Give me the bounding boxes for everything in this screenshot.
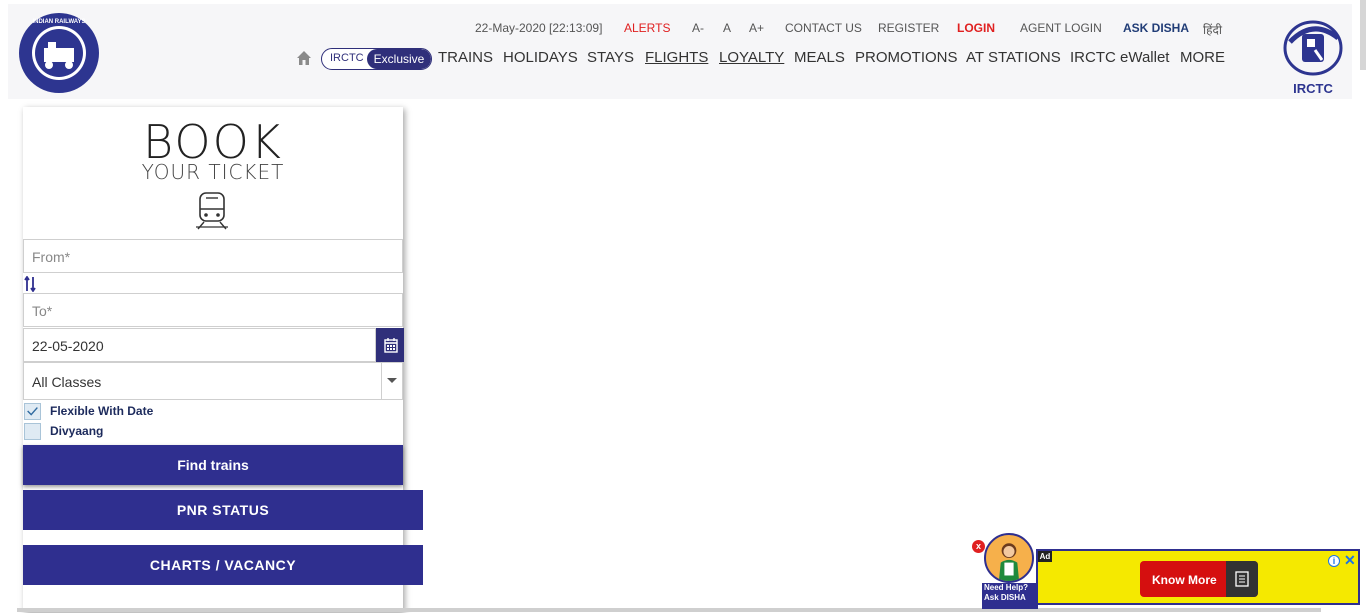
header: INDIAN RAILWAYS 22-May-2020 [22:13:09] A… bbox=[8, 4, 1352, 99]
horizontal-scrollbar[interactable] bbox=[17, 608, 1321, 612]
alerts-link[interactable]: ALERTS bbox=[624, 21, 670, 35]
ad-banner[interactable]: Ad Know More i ✕ bbox=[1036, 549, 1360, 605]
top-links: 22-May-2020 [22:13:09] ALERTS A- A A+ CO… bbox=[8, 21, 1352, 37]
nav-stays[interactable]: STAYS bbox=[587, 49, 634, 66]
checkmark-icon bbox=[27, 407, 38, 416]
nav-meals[interactable]: MEALS bbox=[794, 49, 845, 66]
font-decrease-button[interactable]: A- bbox=[692, 21, 704, 35]
font-increase-button[interactable]: A+ bbox=[749, 21, 764, 35]
ad-tag: Ad bbox=[1038, 551, 1052, 562]
nav-promotions[interactable]: PROMOTIONS bbox=[855, 49, 958, 66]
nav-trains[interactable]: TRAINS bbox=[438, 49, 493, 66]
ad-info-icon[interactable]: i bbox=[1328, 555, 1340, 567]
irctc-exclusive-pill[interactable]: IRCTC Exclusive bbox=[321, 48, 432, 70]
disha-chat-widget[interactable]: Need Help? Ask DISHA x bbox=[972, 531, 1038, 609]
home-icon[interactable] bbox=[296, 50, 312, 66]
calendar-icon bbox=[384, 338, 398, 353]
document-icon bbox=[1226, 561, 1258, 597]
nav-loyalty[interactable]: LOYALTY bbox=[719, 49, 784, 66]
divyaang-checkbox[interactable] bbox=[24, 423, 41, 440]
find-trains-button[interactable]: Find trains bbox=[23, 445, 403, 485]
nav-flights[interactable]: FLIGHTS bbox=[645, 49, 708, 66]
main-nav: IRCTC Exclusive TRAINS HOLIDAYS STAYS FL… bbox=[8, 48, 1352, 72]
hindi-language-link[interactable]: हिंदी bbox=[1203, 21, 1222, 38]
page: INDIAN RAILWAYS 22-May-2020 [22:13:09] A… bbox=[0, 0, 1366, 613]
class-select-divider bbox=[381, 363, 382, 399]
date-time: 22-May-2020 [22:13:09] bbox=[475, 21, 603, 35]
booking-panel: BOOK YOUR TICKET From* To* 22-05-2020 Al… bbox=[23, 107, 404, 612]
disha-line-1: Need Help? bbox=[984, 583, 1029, 592]
font-normal-button[interactable]: A bbox=[723, 21, 731, 35]
login-link[interactable]: LOGIN bbox=[957, 21, 995, 35]
vertical-scrollbar[interactable] bbox=[1360, 0, 1366, 70]
flexible-date-checkbox[interactable] bbox=[24, 403, 41, 420]
nav-more[interactable]: MORE bbox=[1180, 49, 1225, 66]
pill-label-exclusive: Exclusive bbox=[367, 49, 431, 69]
disha-text: Need Help? Ask DISHA bbox=[984, 583, 1028, 603]
nav-holidays[interactable]: HOLIDAYS bbox=[503, 49, 578, 66]
know-more-button[interactable]: Know More bbox=[1140, 561, 1258, 597]
nav-at-stations[interactable]: AT STATIONS bbox=[966, 49, 1061, 66]
ad-close-icon[interactable]: ✕ bbox=[1344, 552, 1356, 569]
book-subtitle: YOUR TICKET bbox=[141, 160, 285, 184]
journey-date-input[interactable]: 22-05-2020 bbox=[23, 328, 376, 362]
charts-vacancy-button[interactable]: CHARTS / VACANCY bbox=[23, 545, 423, 585]
swap-stations-icon[interactable] bbox=[24, 276, 36, 292]
train-icon bbox=[196, 192, 228, 230]
disha-line-2: Ask DISHA bbox=[984, 593, 1026, 602]
contact-us-link[interactable]: CONTACT US bbox=[785, 21, 862, 35]
agent-login-link[interactable]: AGENT LOGIN bbox=[1020, 21, 1102, 35]
to-station-input[interactable]: To* bbox=[23, 293, 403, 327]
flexible-date-label[interactable]: Flexible With Date bbox=[50, 404, 153, 418]
calendar-button[interactable] bbox=[376, 328, 404, 362]
disha-avatar[interactable] bbox=[984, 533, 1034, 583]
know-more-label: Know More bbox=[1152, 573, 1217, 587]
class-select[interactable]: All Classes bbox=[23, 362, 403, 400]
ask-disha-link[interactable]: ASK DISHA bbox=[1123, 21, 1189, 35]
pill-label-irctc: IRCTC bbox=[330, 52, 364, 64]
irctc-logo[interactable]: IRCTC bbox=[1278, 12, 1348, 98]
register-link[interactable]: REGISTER bbox=[878, 21, 939, 35]
divyaang-label[interactable]: Divyaang bbox=[50, 424, 103, 438]
nav-irctc-ewallet[interactable]: IRCTC eWallet bbox=[1070, 49, 1169, 66]
irctc-logo-text: IRCTC bbox=[1293, 81, 1333, 96]
pnr-status-button[interactable]: PNR STATUS bbox=[23, 490, 423, 530]
close-icon[interactable]: x bbox=[972, 540, 985, 553]
from-station-input[interactable]: From* bbox=[23, 239, 403, 273]
chevron-down-icon[interactable] bbox=[387, 378, 397, 383]
